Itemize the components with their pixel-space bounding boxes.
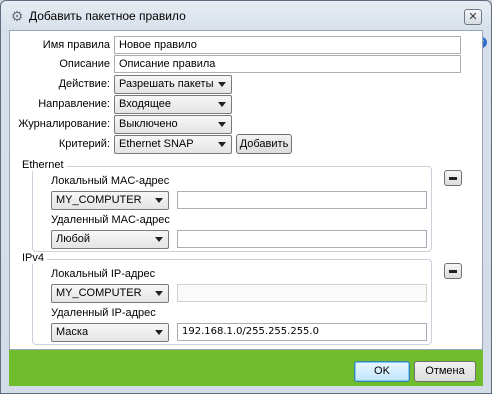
logging-value: Выключено [119, 118, 178, 130]
remote-ip-label: Удаленный IP-адрес [51, 307, 156, 319]
chevron-down-icon [218, 82, 226, 87]
local-ip-label: Локальный IP-адрес [51, 268, 156, 280]
ok-button[interactable]: OK [354, 361, 410, 382]
ipv4-group-title: IPv4 [19, 252, 48, 264]
local-mac-input[interactable] [177, 191, 427, 209]
chevron-down-icon [155, 330, 163, 335]
criterion-label: Критерий: [58, 138, 110, 150]
direction-value: Входящее [119, 98, 172, 110]
chevron-down-icon [155, 198, 163, 203]
remove-ipv4-button[interactable] [444, 263, 462, 279]
remote-mac-input[interactable] [177, 230, 427, 248]
remote-mac-select-value: Любой [56, 233, 91, 245]
cancel-button[interactable]: Отмена [414, 361, 476, 382]
local-ip-input[interactable] [177, 284, 427, 302]
ethernet-group-title: Ethernet [19, 159, 67, 171]
action-value: Разрешать пакеты [119, 78, 214, 90]
add-criterion-button[interactable]: Добавить [236, 134, 292, 154]
rule-name-label: Имя правила [42, 39, 110, 51]
minus-icon [449, 177, 457, 180]
remote-ip-select[interactable]: Маска [51, 323, 169, 342]
chevron-down-icon [155, 237, 163, 242]
chevron-down-icon [218, 122, 226, 127]
description-label: Описание [59, 58, 110, 70]
local-mac-select-value: MY_COMPUTER [56, 194, 142, 206]
criterion-value: Ethernet SNAP [119, 138, 194, 150]
action-select[interactable]: Разрешать пакеты [114, 75, 232, 94]
description-input[interactable]: Описание правила [114, 55, 461, 73]
direction-label: Направление: [38, 98, 110, 110]
logging-label: Журналирование: [18, 118, 110, 130]
ethernet-group: Ethernet Локальный MAC-адрес MY_COMPUTER… [19, 159, 432, 252]
rule-name-input[interactable]: Новое правило [114, 36, 461, 54]
local-mac-label: Локальный MAC-адрес [51, 175, 170, 187]
remote-mac-label: Удаленный MAC-адрес [51, 214, 170, 226]
ipv4-group: IPv4 Локальный IP-адрес MY_COMPUTER Удал… [19, 252, 432, 345]
remote-ip-input[interactable]: 192.168.1.0/255.255.255.0 [177, 323, 427, 341]
close-button[interactable]: ✕ [464, 9, 482, 25]
action-label: Действие: [58, 78, 110, 90]
remote-mac-select[interactable]: Любой [51, 230, 169, 249]
criterion-select[interactable]: Ethernet SNAP [114, 135, 232, 154]
local-ip-select-value: MY_COMPUTER [56, 287, 142, 299]
button-bar [9, 350, 483, 386]
window-title: Добавить пакетное правило [29, 9, 186, 23]
chevron-down-icon [155, 291, 163, 296]
local-ip-select[interactable]: MY_COMPUTER [51, 284, 169, 303]
close-icon: ✕ [468, 11, 478, 23]
local-mac-select[interactable]: MY_COMPUTER [51, 191, 169, 210]
gear-icon: ⚙ [10, 8, 24, 24]
dialog-content: Имя правила Новое правило Описание Описа… [9, 30, 483, 350]
minus-icon [449, 270, 457, 273]
chevron-down-icon [218, 102, 226, 107]
chevron-down-icon [218, 142, 226, 147]
remote-ip-select-value: Маска [56, 326, 89, 338]
logging-select[interactable]: Выключено [114, 115, 232, 134]
title-bar[interactable]: ⚙ Добавить пакетное правило ✕ [1, 1, 491, 31]
remove-ethernet-button[interactable] [444, 170, 462, 186]
direction-select[interactable]: Входящее [114, 95, 232, 114]
